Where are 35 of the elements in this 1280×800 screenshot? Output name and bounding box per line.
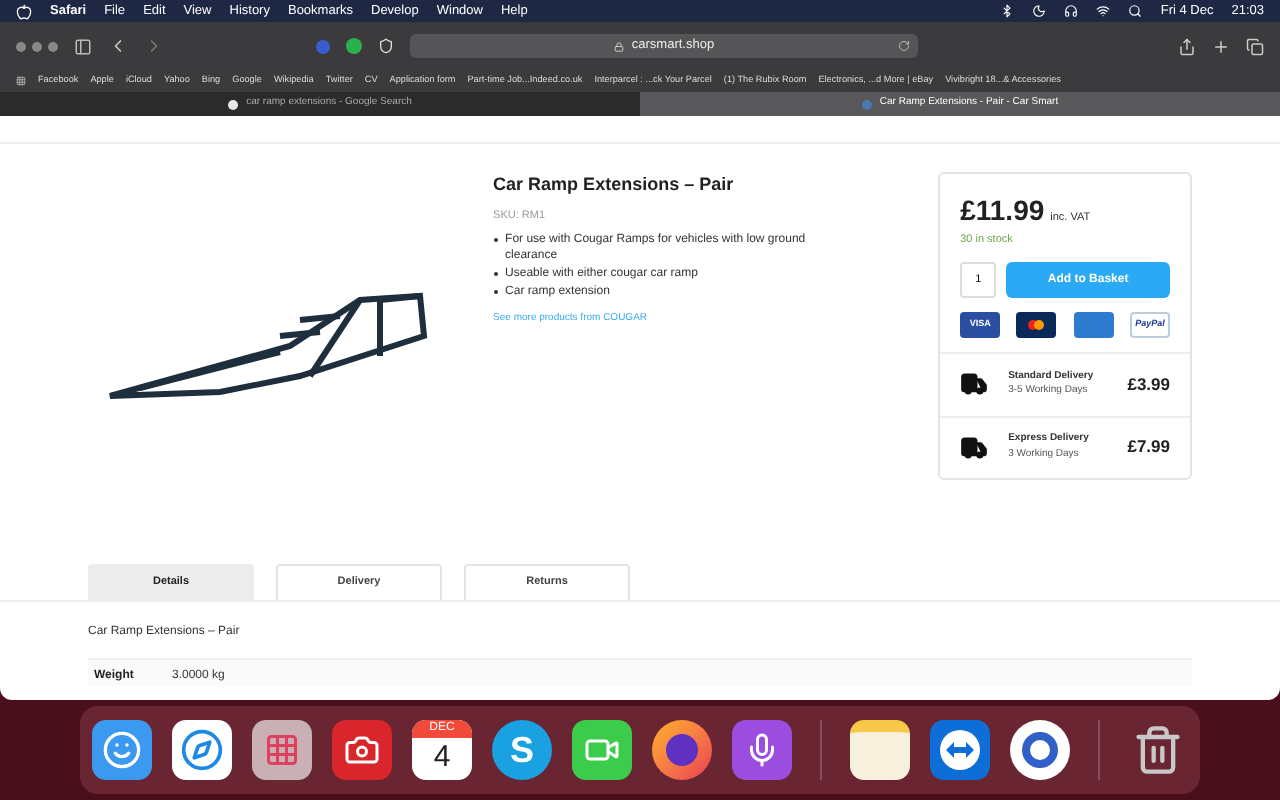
shield-icon[interactable]: [378, 38, 394, 54]
truck-icon: [960, 433, 989, 462]
delivery-price: £3.99: [1127, 372, 1170, 398]
delivery-price: £7.99: [1127, 434, 1170, 461]
camera-icon[interactable]: [332, 720, 392, 780]
fox-globe-icon[interactable]: [652, 720, 712, 780]
bullet-icon: [493, 289, 498, 294]
new-tab-icon[interactable]: [1212, 37, 1230, 55]
compass-icon[interactable]: [172, 720, 232, 780]
reload-icon[interactable]: [898, 40, 910, 52]
moon-icon[interactable]: [1032, 4, 1047, 18]
bullet-icon: [493, 271, 498, 276]
price-text: £11.99: [960, 192, 1045, 230]
notepad-icon[interactable]: [850, 720, 910, 780]
grid-icon[interactable]: [16, 76, 26, 86]
card-icon: [1073, 312, 1114, 339]
card-circles-icon: [1016, 312, 1057, 339]
search-icon[interactable]: [1128, 4, 1143, 18]
video-camera-icon[interactable]: [572, 720, 632, 780]
finder-icon[interactable]: [92, 720, 152, 780]
window-controls-icon[interactable]: [16, 41, 58, 51]
apple-icon[interactable]: [16, 3, 32, 19]
s-logo-icon[interactable]: [1010, 720, 1070, 780]
tabs-overview-icon[interactable]: [1246, 37, 1264, 55]
app-grid-icon[interactable]: [252, 720, 312, 780]
podcast-icon[interactable]: [732, 720, 792, 780]
bullet-icon: [493, 237, 498, 242]
headphones-icon[interactable]: [1064, 4, 1079, 18]
product-title: Car Ramp Extensions – Pair: [493, 172, 736, 198]
sidebar-icon[interactable]: [74, 37, 92, 55]
bluetooth-icon[interactable]: [1000, 4, 1015, 18]
truck-icon: [960, 370, 989, 399]
wifi-icon[interactable]: [1096, 4, 1111, 18]
share-icon[interactable]: [1178, 37, 1196, 55]
lock-icon: [613, 41, 624, 51]
